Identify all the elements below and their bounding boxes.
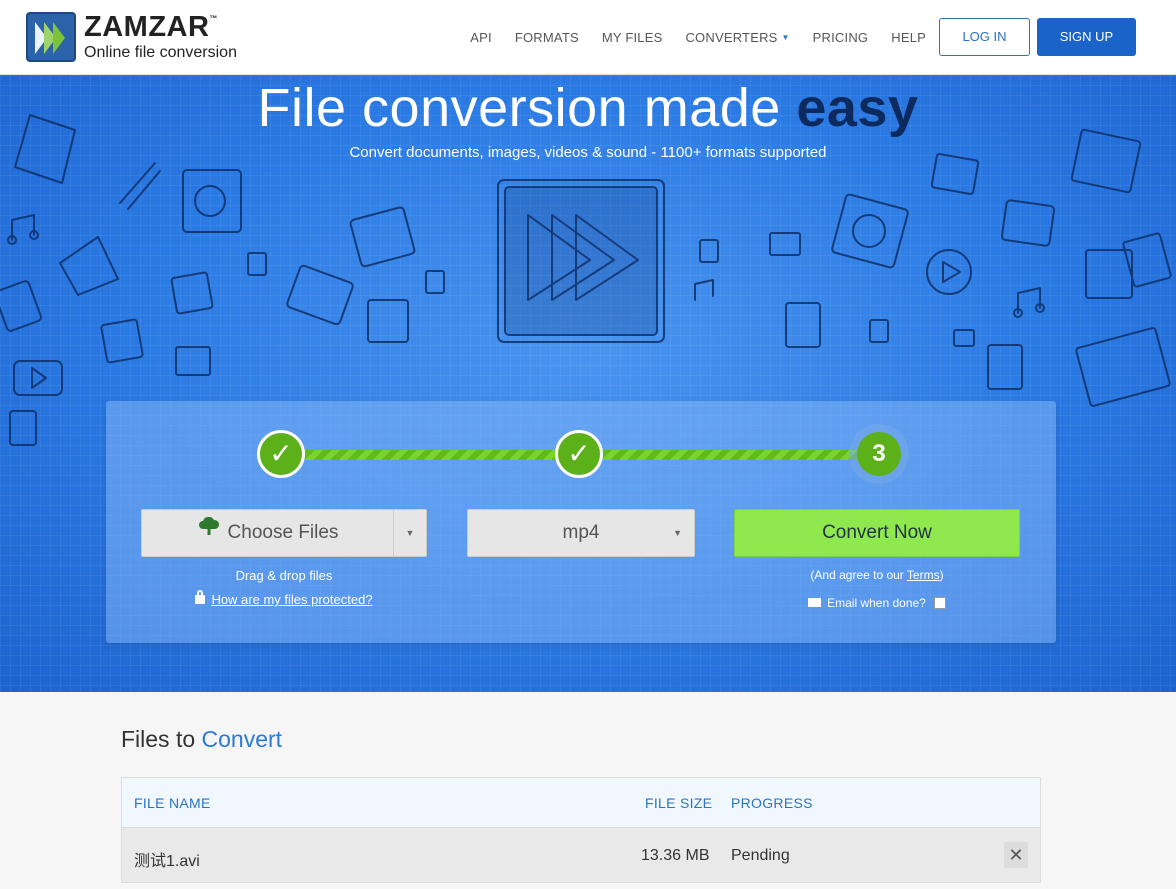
table-row: 测试1.avi 13.36 MB Pending ✕ — [122, 828, 1040, 882]
convert-now-button[interactable]: Convert Now — [734, 509, 1020, 557]
nav-my-files[interactable]: MY FILES — [602, 30, 663, 45]
remove-file-close-icon[interactable]: ✕ — [1004, 842, 1028, 868]
signup-button[interactable]: SIGN UP — [1037, 18, 1136, 56]
email-when-done-row: Email when done? — [734, 596, 1020, 610]
step-1-complete-icon: ✓ — [257, 430, 305, 478]
caret-down-icon: ▼ — [673, 528, 682, 538]
progress-track-1 — [281, 450, 561, 460]
cloud-upload-icon — [198, 508, 220, 554]
files-table: FILE NAME FILE SIZE PROGRESS 测试1.avi 13.… — [121, 777, 1041, 883]
nav-help[interactable]: HELP — [891, 30, 926, 45]
nav-formats[interactable]: FORMATS — [515, 30, 579, 45]
hero-section: File conversion made easy Convert docume… — [0, 75, 1176, 692]
caret-down-icon: ▼ — [405, 528, 415, 538]
nav-pricing[interactable]: PRICING — [813, 30, 869, 45]
email-when-done-checkbox[interactable] — [933, 596, 946, 609]
col-file-name: FILE NAME — [134, 795, 211, 811]
logo-icon — [26, 12, 76, 62]
choose-files-main[interactable]: Choose Files — [142, 510, 394, 556]
terms-link[interactable]: Terms — [907, 568, 940, 582]
choose-files-dropdown-toggle[interactable]: ▼ — [393, 510, 426, 556]
lock-icon — [195, 590, 206, 604]
drag-drop-hint: Drag & drop files — [235, 568, 333, 583]
file-name-cell: 测试1.avi — [134, 853, 200, 870]
terms-agreement: (And agree to our Terms) — [810, 568, 944, 582]
file-size-cell: 13.36 MB — [641, 847, 710, 864]
files-table-header: FILE NAME FILE SIZE PROGRESS — [122, 778, 1040, 828]
files-protected-link[interactable]: How are my files protected? — [141, 590, 427, 607]
zamzar-logo[interactable]: ZAMZAR™ Online file conversion — [26, 12, 237, 62]
main-nav: API FORMATS MY FILES CONVERTERS ▼ PRICING… — [447, 30, 926, 45]
progress-track-2 — [561, 450, 881, 460]
file-doodles-decoration — [0, 114, 1172, 446]
col-progress: PROGRESS — [731, 795, 813, 811]
caret-down-icon: ▼ — [781, 33, 790, 42]
col-file-size: FILE SIZE — [645, 795, 713, 811]
login-button[interactable]: LOG IN — [939, 18, 1030, 56]
progress-cell: Pending — [731, 847, 790, 864]
choose-files-button[interactable]: Choose Files ▼ — [141, 509, 427, 557]
format-select[interactable]: mp4 ▼ — [467, 509, 695, 557]
logo-name: ZAMZAR™ — [84, 11, 218, 43]
envelope-icon — [808, 598, 822, 607]
files-to-convert-heading: Files to Convert — [121, 726, 283, 752]
nav-api[interactable]: API — [470, 30, 492, 45]
step-3-indicator: 3 — [857, 432, 901, 476]
logo-tagline: Online file conversion — [84, 44, 237, 61]
converter-panel: ✓ ✓ 3 Choose Files ▼ Drag & drop files H… — [106, 401, 1056, 643]
nav-converters[interactable]: CONVERTERS ▼ — [685, 30, 789, 45]
site-header: ZAMZAR™ Online file conversion API FORMA… — [0, 0, 1176, 75]
step-2-complete-icon: ✓ — [555, 430, 603, 478]
